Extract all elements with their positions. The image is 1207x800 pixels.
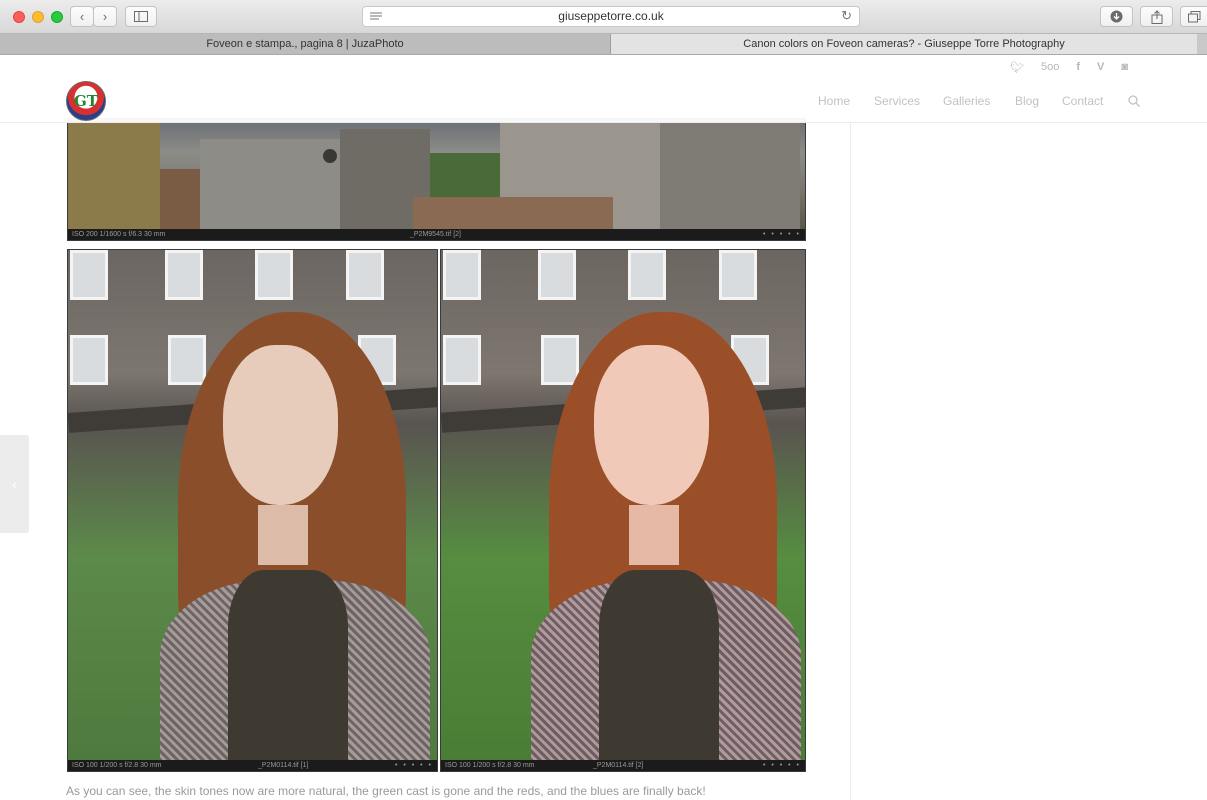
- photo-caption-bar: ISO 100 1/200 s f/2.8 30 mm _P2M0114.tif…: [68, 760, 437, 771]
- nav-blog[interactable]: Blog: [1015, 94, 1039, 108]
- photo-caption-bar: ISO 200 1/1600 s f/6.3 30 mm _P2M9545.ti…: [68, 229, 805, 240]
- nav-contact[interactable]: Contact: [1062, 94, 1103, 108]
- portrait-image: [68, 250, 437, 770]
- tabs-icon: [1187, 10, 1200, 22]
- social-links: 🐦︎ 5oo f V ◙: [1010, 61, 1128, 77]
- address-bar[interactable]: giuseppetorre.co.uk ↻: [362, 6, 860, 27]
- tab-juzaphoto[interactable]: Foveon e stampa., pagina 8 | JuzaPhoto: [0, 34, 611, 54]
- street-image: [68, 119, 805, 231]
- yellow-wall: [68, 119, 160, 231]
- portrait-photo-corrected: ISO 100 1/200 s f/2.8 30 mm _P2M0114.tif…: [440, 249, 806, 772]
- minimize-window-button[interactable]: [32, 11, 44, 23]
- facebook-icon[interactable]: f: [1076, 61, 1080, 77]
- chevron-left-icon: ‹: [79, 9, 85, 24]
- downloads-button[interactable]: [1100, 6, 1133, 27]
- zoom-window-button[interactable]: [51, 11, 63, 23]
- sidebar-icon: [134, 11, 148, 22]
- browser-toolbar: ‹ › giuseppetorre.co.uk ↻: [0, 0, 1207, 34]
- chevron-right-icon: ›: [102, 9, 108, 24]
- nav-services[interactable]: Services: [874, 94, 920, 108]
- tab-bar: Foveon e stampa., pagina 8 | JuzaPhoto C…: [0, 34, 1207, 55]
- twitter-icon[interactable]: 🐦︎: [1010, 61, 1024, 77]
- sidebar-button[interactable]: [125, 6, 157, 27]
- street-photo: ISO 200 1/1600 s f/6.3 30 mm _P2M9545.ti…: [67, 118, 806, 241]
- nav-home[interactable]: Home: [818, 94, 850, 108]
- instagram-icon[interactable]: ◙: [1121, 61, 1128, 77]
- sidebar-divider: [850, 122, 851, 800]
- share-button[interactable]: [1140, 6, 1173, 27]
- chevron-left-icon: ‹: [12, 476, 17, 492]
- vimeo-icon[interactable]: V: [1097, 61, 1104, 77]
- forward-button[interactable]: ›: [93, 6, 117, 27]
- photo-caption-bar: ISO 100 1/200 s f/2.8 30 mm _P2M0114.tif…: [441, 760, 805, 771]
- body-paragraph: As you can see, the skin tones now are m…: [66, 784, 706, 798]
- close-window-button[interactable]: [13, 11, 25, 23]
- nav-galleries[interactable]: Galleries: [943, 94, 990, 108]
- back-button[interactable]: ‹: [70, 6, 94, 27]
- download-icon: [1110, 10, 1123, 23]
- previous-post-tab[interactable]: ‹: [0, 435, 29, 533]
- site-logo[interactable]: GT: [66, 81, 106, 121]
- share-icon: [1151, 9, 1162, 24]
- search-icon[interactable]: [1128, 95, 1140, 107]
- reload-icon[interactable]: ↻: [841, 8, 852, 24]
- tab-giuseppe-torre[interactable]: Canon colors on Foveon cameras? - Giusep…: [611, 34, 1197, 54]
- site-header: 🐦︎ 5oo f V ◙ GT Home Services Galleries …: [0, 55, 1207, 123]
- portrait-image: [441, 250, 805, 770]
- logo-text: GT: [74, 92, 98, 110]
- url-text: giuseppetorre.co.uk: [558, 9, 664, 23]
- 500px-icon[interactable]: 5oo: [1041, 61, 1059, 77]
- tabs-overview-button[interactable]: [1180, 6, 1207, 27]
- portrait-photo-original: ISO 100 1/200 s f/2.8 30 mm _P2M0114.tif…: [67, 249, 438, 772]
